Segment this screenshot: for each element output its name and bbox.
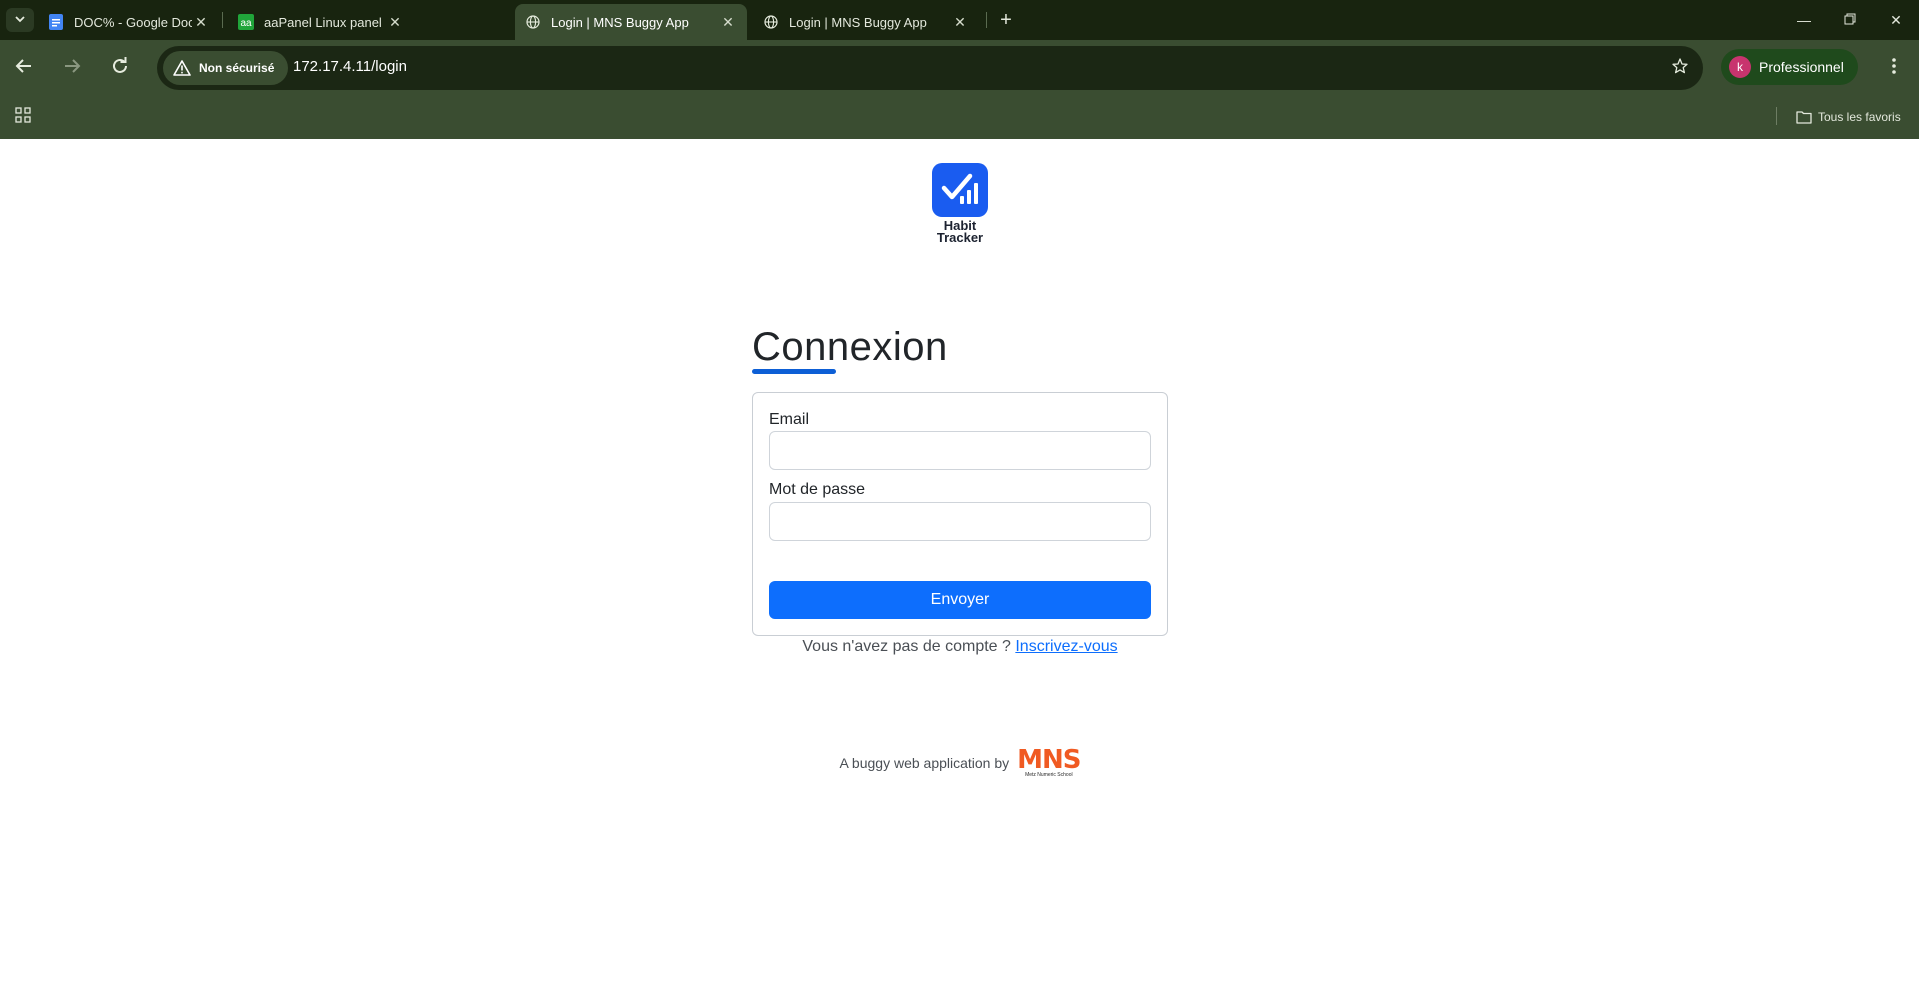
tab-separator — [986, 12, 987, 28]
browser-menu-button[interactable] — [1880, 54, 1908, 82]
bookmark-star-button[interactable] — [1669, 57, 1691, 79]
tab-strip: DOC% - Google Docs ✕ aa aaPanel Linux pa… — [0, 0, 1919, 40]
new-tab-button[interactable]: + — [994, 8, 1018, 32]
minimize-icon: — — [1797, 12, 1811, 28]
tab-title: aaPanel Linux panel — [264, 14, 382, 30]
close-window-button[interactable]: ✕ — [1876, 6, 1916, 34]
grid-icon — [15, 106, 31, 128]
email-label: Email — [769, 411, 810, 428]
signup-prompt: Vous n'avez pas de compte ? Inscrivez-vo… — [752, 638, 1168, 656]
signup-text: Vous n'avez pas de compte ? — [802, 638, 1011, 655]
aapanel-icon: aa — [238, 14, 254, 30]
tab-search-button[interactable] — [6, 8, 34, 32]
address-bar[interactable]: Non sécurisé 172.17.4.11/login — [157, 46, 1703, 90]
warning-icon — [173, 60, 191, 76]
footer: A buggy web application by MNS Metz Nume… — [830, 743, 1090, 783]
back-button[interactable] — [8, 52, 40, 84]
tab-title: Login | MNS Buggy App — [551, 14, 689, 30]
avatar: k — [1729, 56, 1751, 78]
bookmarks-separator — [1776, 107, 1777, 125]
url-text[interactable]: 172.17.4.11/login — [293, 58, 407, 75]
profile-label: Professionnel — [1759, 59, 1844, 75]
folder-icon — [1796, 110, 1812, 124]
password-field[interactable] — [769, 502, 1151, 541]
password-label: Mot de passe — [769, 481, 866, 498]
close-icon[interactable]: ✕ — [719, 13, 737, 31]
more-vertical-icon — [1892, 57, 1896, 79]
tab-aapanel[interactable]: aa aaPanel Linux panel ✕ — [228, 4, 414, 40]
bookmarks-bar: Tous les favoris — [0, 96, 1919, 139]
tab-separator — [222, 12, 223, 28]
login-form: Email Mot de passe Envoyer — [752, 392, 1168, 636]
reload-button[interactable] — [104, 52, 136, 84]
signup-link[interactable]: Inscrivez-vous — [1015, 638, 1117, 655]
title-underline — [752, 369, 836, 374]
apps-button[interactable] — [12, 106, 34, 128]
email-field[interactable] — [769, 431, 1151, 470]
restore-icon — [1844, 12, 1856, 28]
security-chip[interactable]: Non sécurisé — [163, 51, 289, 85]
close-icon[interactable]: ✕ — [386, 13, 404, 31]
arrow-right-icon — [63, 57, 81, 80]
footer-text: A buggy web application by — [839, 755, 1010, 771]
page-content: Habit Tracker Connexion Email Mot de pas… — [0, 139, 1919, 1008]
google-docs-icon — [48, 14, 64, 30]
profile-button[interactable]: k Professionnel — [1721, 49, 1858, 85]
close-icon[interactable]: ✕ — [951, 13, 969, 31]
tab-google-docs[interactable]: DOC% - Google Docs ✕ — [38, 4, 220, 40]
browser-toolbar: Non sécurisé 172.17.4.11/login k Profess… — [0, 40, 1919, 96]
arrow-left-icon — [15, 57, 33, 80]
all-bookmarks-button[interactable]: Tous les favoris — [1796, 106, 1901, 128]
habit-tracker-logo[interactable]: Habit Tracker — [924, 163, 996, 253]
mns-logo[interactable]: MNS Metz Numeric School — [1017, 744, 1081, 779]
close-icon: ✕ — [1890, 11, 1902, 28]
chevron-down-icon — [14, 13, 26, 28]
plus-icon: + — [1000, 8, 1012, 31]
submit-button[interactable]: Envoyer — [769, 581, 1151, 619]
tab-login[interactable]: Login | MNS Buggy App ✕ — [753, 4, 979, 40]
star-icon — [1672, 57, 1688, 79]
all-bookmarks-label: Tous les favoris — [1818, 110, 1901, 124]
tab-title: Login | MNS Buggy App — [789, 14, 927, 30]
restore-button[interactable] — [1830, 6, 1870, 34]
tab-title: DOC% - Google Docs — [74, 14, 192, 30]
globe-icon — [525, 14, 541, 30]
reload-icon — [111, 56, 129, 80]
tab-login-active[interactable]: Login | MNS Buggy App ✕ — [515, 4, 747, 40]
mns-brand: MNS — [1017, 744, 1081, 775]
close-icon[interactable]: ✕ — [192, 13, 210, 31]
mns-brand-sub: Metz Numeric School — [1025, 771, 1073, 778]
logo-line-2: Tracker — [936, 230, 984, 245]
forward-button[interactable] — [56, 52, 88, 84]
minimize-button[interactable]: — — [1784, 6, 1824, 34]
security-label: Non sécurisé — [199, 61, 275, 75]
page-title: Connexion — [752, 325, 948, 369]
checklist-chart-icon — [932, 163, 988, 217]
svg-text:aa: aa — [240, 18, 252, 29]
globe-icon — [763, 14, 779, 30]
logo-text: Habit Tracker — [936, 219, 984, 245]
